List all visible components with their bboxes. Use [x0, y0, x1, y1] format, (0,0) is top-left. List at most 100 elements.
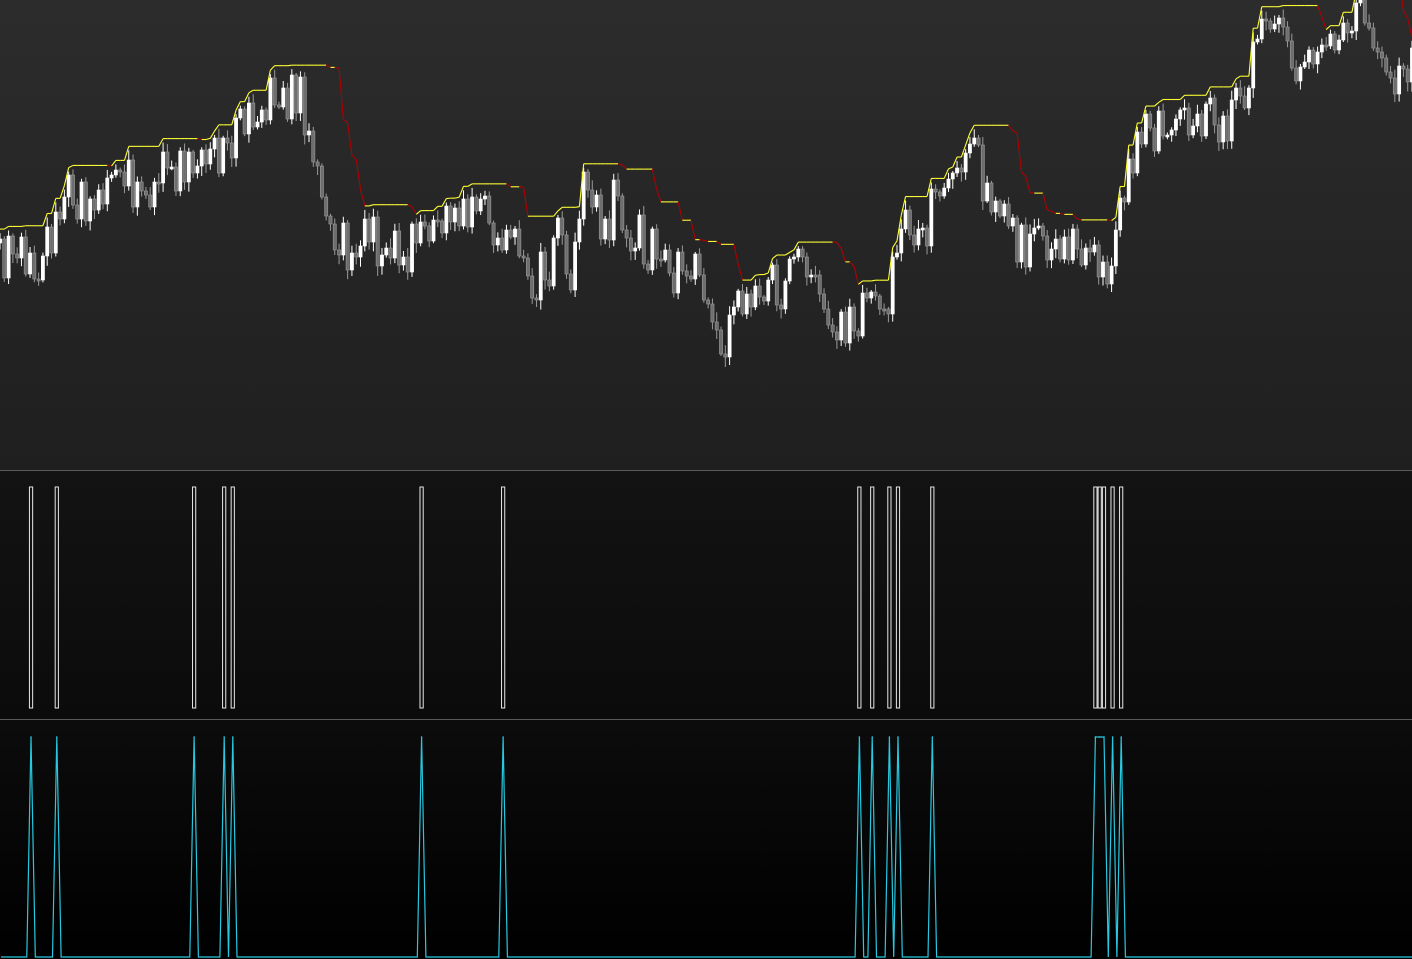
stop-segment: [355, 159, 362, 190]
stop-segment: [1051, 210, 1057, 214]
candle: [693, 251, 698, 285]
signal-peak: [1111, 736, 1114, 738]
candle: [358, 240, 363, 267]
stop-segment: [1047, 209, 1052, 212]
candle: [856, 328, 861, 342]
candle: [1328, 29, 1333, 49]
candle: [830, 318, 835, 338]
candle: [1225, 109, 1230, 150]
stop-segment: [952, 156, 958, 168]
candle: [79, 178, 84, 228]
candle: [49, 224, 54, 259]
candle: [444, 202, 449, 241]
signal-bar: [895, 486, 901, 709]
candle: [109, 171, 114, 182]
stop-segment: [1012, 130, 1018, 134]
candle: [1144, 110, 1148, 148]
candle: [362, 209, 367, 252]
candle: [1221, 111, 1226, 150]
candle: [633, 242, 638, 260]
signal-peak: [1103, 736, 1105, 738]
candle: [817, 270, 822, 302]
candle: [105, 169, 110, 212]
candle: [144, 186, 148, 199]
candle: [985, 175, 990, 204]
stop-segment: [651, 169, 658, 190]
candle: [135, 176, 140, 216]
candle: [1062, 229, 1067, 264]
stop-segment: [858, 280, 863, 285]
stop-segment: [415, 210, 421, 215]
candle: [371, 208, 376, 252]
candle: [465, 194, 470, 233]
candle: [1311, 47, 1316, 69]
candle: [345, 220, 350, 280]
candle: [71, 169, 75, 209]
stop-segment: [969, 125, 975, 134]
candle: [448, 202, 453, 230]
candle: [268, 74, 273, 125]
candle: [813, 265, 818, 283]
candle: [1247, 85, 1251, 116]
candle: [1071, 223, 1075, 264]
candle: [156, 173, 161, 193]
candle: [332, 218, 337, 256]
candle: [753, 279, 758, 311]
candle: [993, 196, 998, 222]
candle: [75, 198, 80, 224]
candle: [1075, 224, 1080, 259]
candle: [1135, 126, 1140, 177]
candle: [865, 287, 869, 303]
signal-peak: [871, 736, 874, 738]
candle: [1268, 18, 1273, 33]
candle: [118, 167, 123, 178]
candle: [980, 137, 985, 210]
candle: [10, 233, 15, 264]
candle: [165, 144, 170, 176]
signal-peak: [858, 736, 861, 738]
candle: [53, 202, 58, 257]
candle: [1285, 21, 1290, 48]
signal-bar: [857, 486, 862, 709]
candle: [517, 220, 522, 259]
candle: [1195, 104, 1200, 133]
candle: [766, 277, 771, 306]
candle: [1148, 110, 1153, 132]
candle: [174, 162, 178, 196]
candle: [1212, 94, 1217, 134]
candle: [538, 242, 543, 310]
stop-segment: [248, 89, 254, 94]
candle: [998, 198, 1002, 219]
candle: [242, 106, 247, 137]
candle: [281, 81, 286, 110]
candle: [405, 247, 410, 280]
stop-segment: [1179, 94, 1185, 100]
candle: [697, 248, 702, 278]
signal-bar: [870, 486, 875, 709]
candle: [727, 306, 732, 366]
stop-segment: [411, 206, 417, 215]
stop-segment: [1402, 10, 1409, 19]
signal-bar: [1119, 486, 1124, 709]
candle: [1139, 127, 1144, 149]
candle: [534, 294, 539, 308]
signal-bar: [930, 486, 935, 709]
candle: [1122, 195, 1127, 211]
stop-segment: [1407, 18, 1412, 38]
candle: [1371, 22, 1376, 51]
signal-bar-pane: [0, 470, 1412, 709]
candle: [1229, 90, 1234, 149]
candle: [440, 218, 444, 239]
candle: [1319, 38, 1324, 59]
candle: [852, 303, 856, 339]
candle: [15, 247, 20, 264]
stop-segment: [359, 189, 366, 207]
candle: [774, 259, 779, 312]
stop-segment: [467, 183, 473, 187]
candle: [45, 217, 50, 266]
signal-peak: [55, 736, 58, 738]
candle: [551, 235, 556, 290]
candle: [1010, 213, 1015, 232]
candle: [216, 128, 221, 178]
candle: [659, 250, 663, 267]
